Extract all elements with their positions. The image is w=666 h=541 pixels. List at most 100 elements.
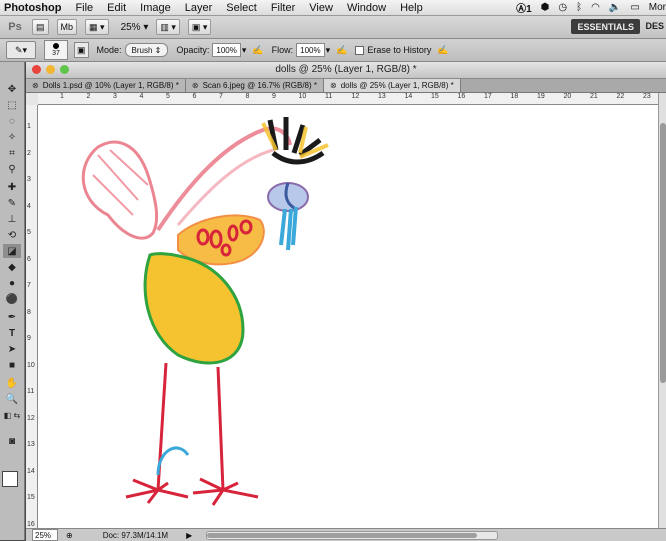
menu-view[interactable]: View	[309, 2, 333, 14]
brush-size: 37	[52, 50, 60, 57]
ruler-v-label: 7	[27, 282, 31, 289]
zoom-tool-icon[interactable]: 🔍	[3, 392, 21, 406]
brush-preset-picker[interactable]: 37	[44, 40, 68, 60]
type-tool-icon[interactable]: T	[3, 326, 21, 340]
menu-window[interactable]: Window	[347, 2, 386, 14]
default-colors-icon[interactable]: ◧ ⇆	[3, 408, 21, 422]
ruler-h-label: 7	[219, 93, 223, 100]
paint-bucket-tool-icon[interactable]: ◆	[3, 260, 21, 274]
ruler-v-label: 2	[27, 149, 31, 157]
ruler-v-label: 1	[27, 123, 31, 130]
ruler-v-label: 5	[27, 229, 31, 236]
path-select-tool-icon[interactable]: ➤	[3, 342, 21, 356]
eraser-icon: ✎▾	[14, 44, 28, 55]
ruler-h-label: 18	[510, 93, 519, 100]
eraser-tool-icon[interactable]: ◪	[3, 244, 21, 258]
horizontal-scrollbar[interactable]	[206, 531, 498, 540]
opacity-field[interactable]: 100%	[212, 43, 241, 57]
ruler-h-label: 16	[457, 93, 466, 100]
workspace-essentials[interactable]: ESSENTIALS	[571, 19, 640, 34]
healing-brush-tool-icon[interactable]: ✚	[3, 180, 21, 194]
blur-tool-icon[interactable]: ●	[3, 276, 21, 290]
mode-select[interactable]: Brush ⇕	[124, 43, 169, 57]
airbrush-icon[interactable]: ✍	[336, 45, 347, 56]
image-canvas[interactable]	[38, 105, 658, 528]
time-machine-icon[interactable]: ◷	[558, 2, 567, 13]
erase-to-history-checkbox[interactable]	[355, 45, 365, 55]
ruler-v-label: 12	[27, 414, 35, 422]
wing-outline	[81, 140, 159, 240]
clone-stamp-tool-icon[interactable]: ⊥	[3, 212, 21, 226]
flow-dropdown-icon[interactable]: ▾	[326, 45, 331, 56]
close-tab-icon[interactable]: ⊗	[192, 81, 199, 90]
flow-value: 100%	[300, 45, 321, 55]
ruler-v-label: 8	[27, 308, 31, 316]
hand-tool-icon[interactable]: ✋	[3, 376, 21, 390]
user-name[interactable]: Mor	[649, 2, 666, 13]
tablet-opacity-icon[interactable]: ✍	[252, 45, 263, 56]
quick-mask-icon[interactable]: ◙	[3, 434, 21, 448]
arrange-documents-button[interactable]: ▥ ▾	[156, 19, 180, 35]
bluetooth-icon[interactable]: ᛒ	[576, 2, 582, 13]
adobe-icon[interactable]: Ⓐ1	[516, 0, 532, 15]
brush-panel-toggle[interactable]: ▣	[74, 42, 89, 58]
zoom-level-select[interactable]: 25% ▾	[121, 22, 149, 33]
blue-arc	[156, 446, 190, 476]
tab-scan-6[interactable]: ⊗ Scan 6.jpeg @ 16.7% (RGB/8) *	[185, 79, 324, 92]
status-options-icon[interactable]: ⊕	[66, 531, 73, 540]
ruler-h-label: 15	[431, 93, 439, 100]
brush-tool-icon[interactable]: ✎	[3, 196, 21, 210]
status-zoom-field[interactable]: 25%	[32, 529, 58, 541]
dodge-tool-icon[interactable]: ⚫	[3, 292, 21, 306]
history-brush-tool-icon[interactable]: ⟲	[3, 228, 21, 242]
vertical-scrollbar[interactable]	[658, 93, 666, 528]
opacity-label: Opacity:	[176, 45, 210, 55]
flow-field[interactable]: 100%	[296, 43, 325, 57]
menu-help[interactable]: Help	[400, 2, 423, 14]
battery-icon[interactable]: ▭	[630, 2, 639, 13]
dropbox-icon[interactable]: ⬢	[541, 2, 550, 13]
tab-dolls[interactable]: ⊗ dolls @ 25% (Layer 1, RGB/8) *	[324, 79, 461, 92]
status-menus: Ⓐ1 ⬢ ◷ ᛒ ◠ 🔈 ▭ Mor	[516, 0, 666, 15]
vertical-scroll-thumb[interactable]	[660, 123, 666, 383]
tab-dolls-1[interactable]: ⊗ Dolls 1.psd @ 10% (Layer 1, RGB/8) *	[26, 79, 186, 92]
document-tabs: ⊗ Dolls 1.psd @ 10% (Layer 1, RGB/8) * ⊗ S…	[26, 79, 666, 93]
volume-icon[interactable]: 🔈	[609, 2, 621, 13]
tool-preset-picker[interactable]: ✎▾	[6, 41, 36, 59]
adobe-badge: 1	[526, 4, 532, 15]
menu-filter[interactable]: Filter	[271, 2, 295, 14]
menu-layer[interactable]: Layer	[185, 2, 213, 14]
move-tool-icon[interactable]: ✥	[3, 82, 21, 96]
tablet-size-icon[interactable]: ✍	[437, 45, 448, 56]
menu-select[interactable]: Select	[226, 2, 257, 14]
ruler-v-label: 10	[27, 361, 35, 369]
opacity-dropdown-icon[interactable]: ▾	[242, 45, 247, 56]
pen-tool-icon[interactable]: ✒	[3, 310, 21, 324]
wifi-icon[interactable]: ◠	[591, 2, 600, 13]
status-menu-arrow-icon[interactable]: ▶	[186, 531, 192, 540]
view-extras-button[interactable]: ▦ ▾	[85, 19, 109, 35]
shape-tool-icon[interactable]: ■	[3, 358, 21, 372]
app-menu[interactable]: Photoshop	[4, 2, 61, 14]
quick-select-tool-icon[interactable]: ✧	[3, 130, 21, 144]
marquee-tool-icon[interactable]: ⬚	[3, 98, 21, 112]
horizontal-scroll-thumb[interactable]	[207, 533, 477, 538]
document-titlebar: dolls @ 25% (Layer 1, RGB/8) *	[26, 62, 666, 79]
workspace-design[interactable]: DES	[645, 21, 664, 31]
menu-edit[interactable]: Edit	[107, 2, 126, 14]
foreground-color-swatch[interactable]	[2, 471, 18, 487]
vertical-ruler[interactable]: 1 2 3 4 5 6 7 8 9 10 11 12 13 14 15 16	[26, 105, 38, 528]
close-tab-icon[interactable]: ⊗	[330, 81, 337, 90]
menu-file[interactable]: File	[75, 2, 93, 14]
bridge-button[interactable]: ▤	[32, 19, 49, 35]
crop-tool-icon[interactable]: ⌗	[3, 146, 21, 160]
screen-mode-button[interactable]: ▣ ▾	[187, 19, 212, 35]
eyedropper-tool-icon[interactable]: ⚲	[3, 162, 21, 176]
lasso-tool-icon[interactable]: ◌	[3, 114, 21, 128]
ruler-v-label: 16	[27, 520, 35, 528]
right-leg	[216, 366, 225, 491]
horizontal-ruler[interactable]: 1 2 3 4 5 6 7 8 9 10 11 12 13 14 15 16 17 18 19 20 21 22 23	[38, 93, 658, 105]
menu-image[interactable]: Image	[140, 2, 171, 14]
close-tab-icon[interactable]: ⊗	[32, 81, 39, 90]
mini-bridge-button[interactable]: Mb	[56, 19, 78, 35]
